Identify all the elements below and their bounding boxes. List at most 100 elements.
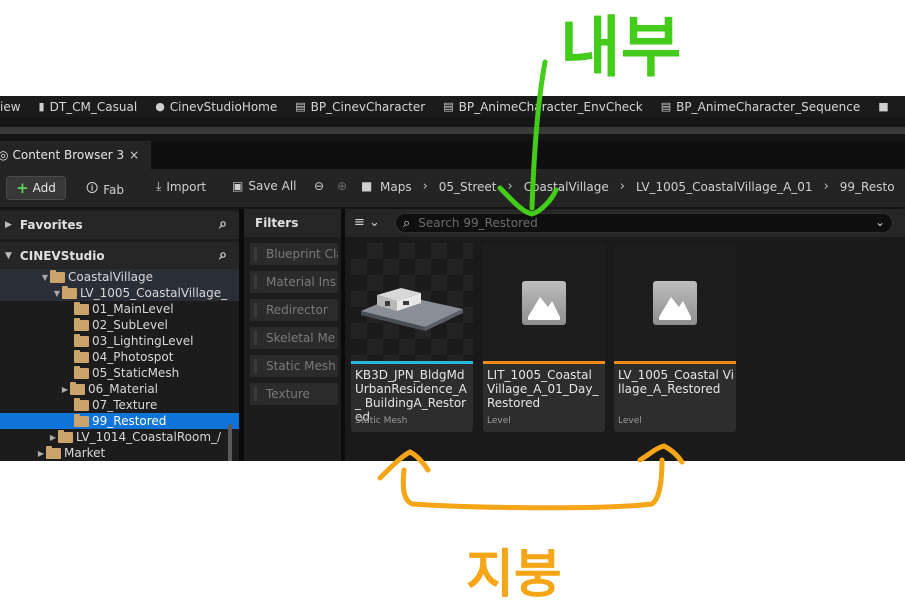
- bookmark-bp-character[interactable]: ▤ BP_CinevCharacter: [295, 100, 425, 114]
- sphere-icon: ●: [155, 100, 165, 113]
- chevron-right-icon[interactable]: ›: [824, 179, 829, 194]
- folder-icon: [74, 397, 89, 411]
- bookmark-label: CinevStudioHome: [169, 99, 278, 114]
- folder-icon: [58, 429, 73, 443]
- tree-scrollbar[interactable]: [228, 424, 232, 461]
- folder-icon: [46, 445, 61, 459]
- save-icon: ▣: [232, 179, 244, 193]
- filter-skeletal-mesh[interactable]: Skeletal Me: [250, 327, 338, 349]
- chevron-down-icon[interactable]: ⌄: [875, 215, 885, 229]
- asset-type-bar: [351, 361, 473, 364]
- asset-name: LIT_1005_Coastal Village_A_01_Day_ Resto…: [487, 368, 599, 410]
- breadcrumb-item[interactable]: CoastalVillage: [524, 180, 609, 194]
- chevron-right-icon[interactable]: ›: [423, 179, 428, 194]
- import-icon: ⤓: [156, 179, 162, 193]
- sources-panel: ▶ Favorites ⌕ ▼ CINEVStudio ⌕ ▼ CoastalV…: [0, 209, 285, 461]
- tree-item-label: 07_Texture: [92, 398, 158, 412]
- asset-tile-level-lv[interactable]: LV_1005_Coastal Village_A_Restored Level: [614, 243, 736, 432]
- tree-item-lv1005[interactable]: ▼ LV_1005_CoastalVillage_: [0, 285, 273, 301]
- fab-icon: 🛈: [86, 181, 99, 195]
- tree-item-label: 05_StaticMesh: [92, 366, 180, 380]
- toolbar-separator: [0, 127, 905, 134]
- folder-icon: [74, 349, 89, 363]
- unreal-editor-window: iew ▮ DT_CM_Casual ● CinevStudioHome ▤ B…: [0, 96, 905, 461]
- favorites-header[interactable]: ▶ Favorites ⌕: [0, 211, 239, 239]
- save-all-button[interactable]: ▣ Save All: [232, 179, 297, 193]
- tab-label: Content Browser 3: [12, 148, 125, 162]
- plus-icon: +: [16, 179, 29, 197]
- tab-content-browser-3[interactable]: ◎ Content Browser 3 ×: [0, 141, 151, 169]
- folder-icon: [62, 285, 77, 299]
- tree-item-label: CoastalVillage: [68, 270, 154, 284]
- breadcrumb-item[interactable]: 99_Resto: [840, 180, 895, 194]
- folder-icon: ■: [361, 179, 373, 193]
- bookmark-label: DT_CM_Casual: [49, 99, 138, 114]
- breadcrumb: Maps › 05_Street › CoastalVillage › LV_1…: [380, 179, 895, 194]
- blueprint-icon: ▤: [660, 100, 672, 113]
- level-icon: [522, 281, 566, 325]
- tree-item-market[interactable]: ▶ Market: [0, 445, 257, 461]
- close-icon[interactable]: ×: [129, 148, 139, 162]
- filters-panel: Filters Blueprint Cla Material Ins Redir…: [244, 209, 341, 461]
- asset-type-bar: [614, 361, 736, 364]
- add-button[interactable]: + Add: [6, 176, 66, 200]
- chevron-down-icon[interactable]: ▼: [52, 289, 62, 298]
- breadcrumb-item[interactable]: LV_1005_CoastalVillage_A_01: [636, 180, 813, 194]
- chevron-down-icon[interactable]: ▼: [40, 273, 50, 282]
- bookmark-label: BP_CinevCharacter: [310, 99, 426, 114]
- history-forward-button[interactable]: ⊕: [337, 179, 352, 193]
- bookmark-bp-envcheck[interactable]: ▤ BP_AnimeCharacter_EnvCheck: [443, 100, 643, 114]
- save-all-label: Save All: [248, 179, 297, 193]
- bookmark-bp-sequence[interactable]: ▤ BP_AnimeCharacter_Sequence: [661, 100, 861, 114]
- asset-type: Static Mesh: [355, 416, 408, 426]
- favorites-label: Favorites: [19, 218, 83, 232]
- chevron-right-icon: ▶: [5, 220, 12, 230]
- chevron-right-icon[interactable]: ▶: [48, 433, 58, 442]
- annotation-bottom-text: 지붕: [466, 545, 562, 605]
- fab-button[interactable]: 🛈 Fab: [86, 179, 124, 200]
- tree-item-label: 03_LightingLevel: [92, 334, 194, 348]
- tree-item-label: 01_MainLevel: [92, 302, 174, 316]
- folder-icon: ■: [878, 100, 889, 113]
- chevron-right-icon[interactable]: ▶: [60, 385, 70, 394]
- tab-row: ◎ Content Browser 3 ×: [0, 141, 905, 169]
- bookmark-view[interactable]: iew: [0, 100, 21, 114]
- tree-item-label: 02_SubLevel: [92, 318, 168, 332]
- chevron-right-icon[interactable]: ›: [620, 179, 625, 194]
- tree-item-label: 99_Restored: [92, 414, 167, 428]
- bookmark-label: BP_AnimeCharacter_Sequence: [676, 99, 861, 114]
- asset-tile-static-mesh[interactable]: KB3D_JPN_BldgMd UrbanResidence_A_ Buildi…: [351, 243, 473, 432]
- filter-blueprint-class[interactable]: Blueprint Cla: [250, 243, 338, 265]
- bookmark-studio-home[interactable]: ● CinevStudioHome: [155, 100, 277, 114]
- tree-item-coastalvillage[interactable]: ▼ CoastalVillage: [0, 269, 261, 285]
- import-button[interactable]: ⤓ Import: [156, 179, 206, 194]
- folder-path-button[interactable]: ■: [361, 179, 377, 193]
- search-icon[interactable]: ⌕: [219, 216, 227, 232]
- filter-redirector[interactable]: Redirector: [250, 299, 338, 321]
- asset-search-bar: ≡ ⌄ ⌕ Search 99_Restored ⌄: [345, 209, 905, 237]
- history-back-button[interactable]: ⊖: [314, 179, 329, 193]
- folder-icon: [74, 301, 89, 315]
- search-input[interactable]: ⌕ Search 99_Restored ⌄: [395, 213, 893, 233]
- asset-type: Level: [487, 416, 511, 426]
- chevron-right-icon[interactable]: ›: [508, 179, 513, 194]
- bookmark-folder[interactable]: ■: [878, 100, 893, 113]
- tree-item-label: LV_1014_CoastalRoom_/: [76, 430, 222, 444]
- filter-icon[interactable]: ≡ ⌄: [354, 215, 380, 230]
- chevron-right-icon[interactable]: ▶: [36, 449, 46, 458]
- breadcrumb-item[interactable]: 05_Street: [439, 180, 497, 194]
- filter-texture[interactable]: Texture: [250, 383, 338, 405]
- bookmark-datatable[interactable]: ▮ DT_CM_Casual: [39, 100, 138, 114]
- content-browser-icon: ◎: [0, 148, 9, 162]
- asset-tile-level-lit[interactable]: LIT_1005_Coastal Village_A_01_Day_ Resto…: [483, 243, 605, 432]
- blueprint-icon: ▤: [295, 100, 306, 113]
- breadcrumb-item[interactable]: Maps: [380, 180, 412, 194]
- building-mesh-icon: [361, 288, 463, 331]
- filter-material-instance[interactable]: Material Ins: [250, 271, 338, 293]
- folder-icon: [50, 269, 65, 283]
- search-icon[interactable]: ⌕: [219, 247, 227, 263]
- asset-view: ≡ ⌄ ⌕ Search 99_Restored ⌄ KB3D_JPN_Bldg…: [345, 209, 905, 461]
- folder-icon: [74, 317, 89, 331]
- filter-static-mesh[interactable]: Static Mesh: [250, 355, 338, 377]
- blueprint-icon: ▤: [443, 100, 454, 113]
